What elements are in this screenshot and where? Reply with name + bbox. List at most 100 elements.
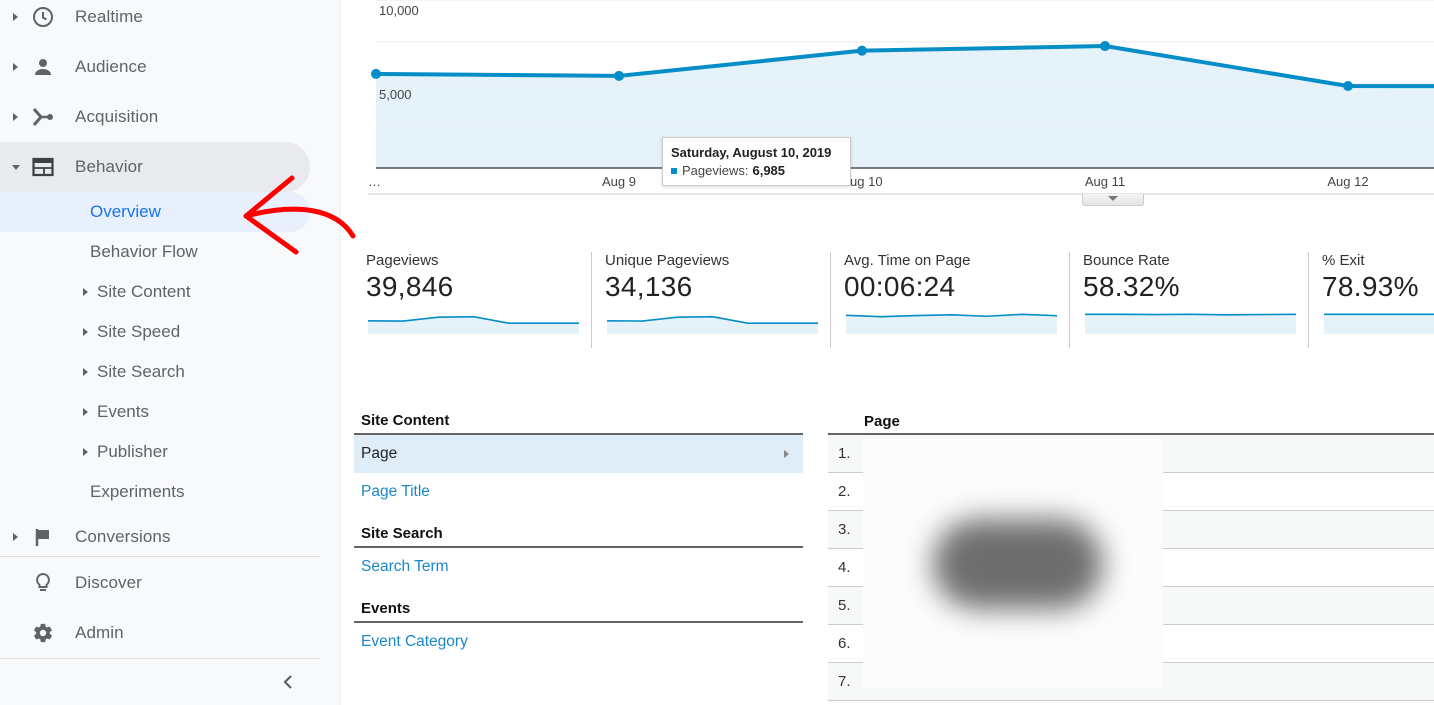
metric-bounce-rate[interactable]: Bounce Rate 58.32% xyxy=(1083,250,1298,348)
sparkline xyxy=(846,313,1057,334)
row-index: 3. xyxy=(838,521,851,538)
sidebar-label: Conversions xyxy=(75,527,171,546)
sidebar-nav: Realtime Audience Acquisition Behavior O… xyxy=(0,0,341,705)
sidebar-item-experiments[interactable]: Experiments xyxy=(0,472,310,512)
data-point xyxy=(1100,41,1110,52)
metric-value: 78.93% xyxy=(1322,271,1419,302)
sparkline-area xyxy=(607,316,818,334)
sidebar-label: Experiments xyxy=(90,482,185,501)
chart-tooltip: Saturday, August 10, 2019 Pageviews: 6,9… xyxy=(662,137,851,186)
person-icon xyxy=(31,55,55,79)
sidebar-divider xyxy=(0,658,320,659)
dimension-link-event-category[interactable]: Event Category xyxy=(354,623,803,661)
sidebar-item-admin[interactable]: Admin xyxy=(0,608,310,658)
clock-icon xyxy=(31,5,55,29)
row-index: 2. xyxy=(838,483,851,500)
metric-value: 34,136 xyxy=(605,271,693,302)
row-index: 6. xyxy=(838,635,851,652)
sidebar-label: Publisher xyxy=(97,442,168,461)
y-tick-label: 10,000 xyxy=(379,3,419,18)
behavior-icon xyxy=(31,155,55,179)
sidebar-item-site-content[interactable]: Site Content xyxy=(0,272,310,312)
sidebar-label: Behavior Flow xyxy=(90,242,198,261)
sidebar-label: Admin xyxy=(75,623,124,642)
metric-value: 00:06:24 xyxy=(844,271,956,302)
metric-label: % Exit xyxy=(1322,252,1365,269)
sidebar-label: Discover xyxy=(75,573,142,592)
blur-blob xyxy=(933,519,1103,609)
sidebar-item-acquisition[interactable]: Acquisition xyxy=(0,92,310,142)
sidebar-item-realtime[interactable]: Realtime xyxy=(0,0,310,42)
collapse-sidebar-button[interactable] xyxy=(276,672,300,696)
sparkline xyxy=(368,315,579,334)
sparkline-area xyxy=(368,316,579,334)
sidebar-label: Site Search xyxy=(97,362,185,381)
sparkline xyxy=(1085,313,1296,334)
chart-area-fill xyxy=(376,46,1434,168)
metric-divider xyxy=(591,252,592,348)
sidebar-item-discover[interactable]: Discover xyxy=(0,558,310,608)
sidebar-item-site-speed[interactable]: Site Speed xyxy=(0,312,310,352)
sidebar-item-behavior-flow[interactable]: Behavior Flow xyxy=(0,232,310,272)
flag-icon xyxy=(31,525,55,549)
sidebar-item-publisher[interactable]: Publisher xyxy=(0,432,310,472)
data-point xyxy=(614,70,624,81)
sidebar-item-conversions[interactable]: Conversions xyxy=(0,512,310,562)
x-tick-label: Aug 9 xyxy=(602,174,636,189)
chevron-left-icon xyxy=(281,674,295,695)
sidebar-divider xyxy=(0,556,320,557)
metric-label: Unique Pageviews xyxy=(605,252,730,269)
metric-unique-pageviews[interactable]: Unique Pageviews 34,136 xyxy=(605,250,820,348)
caret-right-icon xyxy=(83,368,88,376)
sidebar-item-site-search[interactable]: Site Search xyxy=(0,352,310,392)
section-header-events: Events xyxy=(354,597,803,623)
metric-label: Pageviews xyxy=(366,252,439,269)
chart-expand-toggle[interactable] xyxy=(1082,194,1144,206)
sidebar-item-overview[interactable]: Overview xyxy=(0,192,310,232)
metric-label: Bounce Rate xyxy=(1083,252,1170,269)
section-header-site-content: Site Content xyxy=(354,409,803,435)
pageviews-chart: 10,000 5,000… Aug 9 Aug 10 Aug 11 Aug 12 Satu… xyxy=(341,0,1434,215)
sidebar-label: Site Content xyxy=(97,282,191,301)
sidebar-label: Site Speed xyxy=(97,322,181,341)
sparkline-area xyxy=(1324,314,1434,334)
page-table-header: Page xyxy=(828,408,1434,435)
caret-right-icon xyxy=(13,113,18,121)
row-index: 1. xyxy=(838,445,851,462)
sidebar-label: Audience xyxy=(75,57,147,76)
metric-divider xyxy=(830,252,831,348)
tooltip-value: 6,985 xyxy=(752,163,786,178)
triangle-down-icon xyxy=(1108,196,1118,201)
x-tick-label: Aug 11 xyxy=(1085,174,1125,189)
y-tick-label: 5,000 xyxy=(379,87,412,102)
tooltip-metric: Pageviews: xyxy=(682,163,749,178)
series-swatch xyxy=(671,167,677,174)
caret-right-icon xyxy=(784,450,789,458)
metric-exit[interactable]: % Exit 78.93% xyxy=(1322,250,1434,348)
caret-right-icon xyxy=(13,63,18,71)
dimension-link-page[interactable]: Page xyxy=(354,435,803,473)
row-index: 5. xyxy=(838,597,851,614)
metric-value: 39,846 xyxy=(366,271,454,302)
sidebar-item-events[interactable]: Events xyxy=(0,392,310,432)
lightbulb-icon xyxy=(31,571,55,595)
sidebar-item-audience[interactable]: Audience xyxy=(0,42,310,92)
metric-pageviews[interactable]: Pageviews 39,846 xyxy=(366,250,581,348)
dimension-label: Page xyxy=(361,445,398,462)
caret-right-icon xyxy=(83,288,88,296)
sidebar-label: Overview xyxy=(90,202,161,221)
dimension-link-search-term[interactable]: Search Term xyxy=(354,548,803,586)
metric-divider xyxy=(1069,252,1070,348)
sidebar-item-behavior[interactable]: Behavior xyxy=(0,142,310,192)
acquisition-icon xyxy=(31,105,55,129)
row-index: 7. xyxy=(838,673,851,690)
metric-avg-time-on-page[interactable]: Avg. Time on Page 00:06:24 xyxy=(844,250,1059,348)
section-header-site-search: Site Search xyxy=(354,522,803,548)
dimension-link-page-title[interactable]: Page Title xyxy=(354,473,803,511)
line-chart-svg: 10,0005,000… Aug 9 Aug 10 Aug 11 Aug 12 xyxy=(368,0,1434,195)
x-tick-label: Aug 12 xyxy=(1327,174,1368,189)
gear-icon xyxy=(31,621,55,645)
caret-right-icon xyxy=(13,13,18,21)
data-point xyxy=(1343,81,1353,92)
caret-right-icon xyxy=(83,408,88,416)
